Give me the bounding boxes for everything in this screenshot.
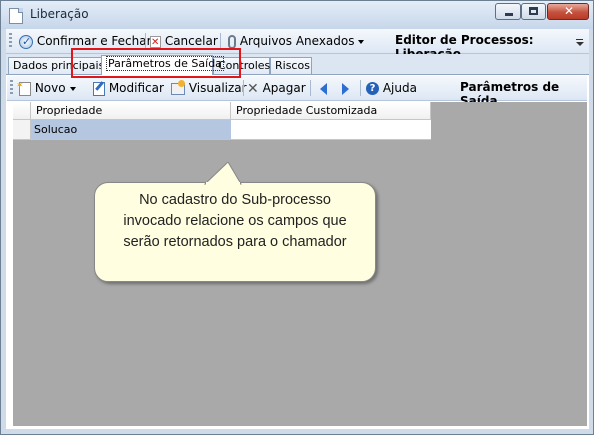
toolbar-separator xyxy=(360,80,361,96)
modify-button[interactable]: Modificar xyxy=(93,79,164,97)
toolbar-grip[interactable] xyxy=(10,80,13,96)
new-document-icon xyxy=(16,77,31,96)
minimize-button[interactable] xyxy=(495,3,521,20)
callout-line: No cadastro do Sub-processo xyxy=(139,192,331,208)
help-icon: ? xyxy=(366,82,379,95)
attachments-dropdown[interactable]: Arquivos Anexados xyxy=(228,32,365,50)
grid-corner[interactable] xyxy=(13,102,31,120)
cell-custom-property[interactable] xyxy=(231,120,431,140)
close-button[interactable]: ✕ xyxy=(547,3,589,20)
new-label: Novo xyxy=(34,81,66,95)
callout-line: invocado relacione os campos que xyxy=(123,213,347,229)
arrow-left-icon xyxy=(320,82,327,95)
toolbar-separator xyxy=(243,80,244,96)
tab-riscos[interactable]: Riscos xyxy=(270,57,312,74)
window-title: Liberação xyxy=(30,7,89,21)
view-icon xyxy=(171,79,185,95)
view-label: Visualizar xyxy=(188,81,247,95)
close-icon: ✕ xyxy=(564,4,575,18)
cancel-icon xyxy=(150,34,161,52)
cell-property[interactable]: Solucao xyxy=(31,120,231,140)
confirm-close-label: Confirmar e Fechar xyxy=(36,34,152,48)
previous-button[interactable] xyxy=(320,79,327,97)
minimize-icon xyxy=(505,13,513,16)
delete-x-icon: ✕ xyxy=(247,80,259,97)
edit-icon xyxy=(93,81,105,96)
column-header-propriedade-customizada[interactable]: Propriedade Customizada xyxy=(231,102,431,120)
chevron-down-icon xyxy=(358,39,365,44)
highlight-annotation xyxy=(71,48,241,78)
callout-line: serão retornados para o chamador xyxy=(123,234,347,250)
panel-toolbar: Novo Modificar Visualizar ✕ Apagar xyxy=(7,76,587,108)
document-icon xyxy=(9,8,23,24)
maximize-button[interactable] xyxy=(521,3,546,20)
modify-label: Modificar xyxy=(108,81,164,95)
new-button[interactable]: Novo xyxy=(16,77,76,97)
row-header[interactable] xyxy=(13,120,31,140)
toolbar-separator xyxy=(220,33,221,49)
toolbar-grip[interactable] xyxy=(9,33,12,49)
delete-button[interactable]: ✕ Apagar xyxy=(247,79,306,97)
toolbar-separator xyxy=(310,80,311,96)
title-bar[interactable]: Liberação ✕ xyxy=(1,1,593,29)
chevron-down-icon xyxy=(69,86,76,91)
arrow-right-icon xyxy=(342,82,349,95)
toolbar-overflow-icon[interactable] xyxy=(576,39,584,49)
app-window: Liberação ✕ Confirmar e Fechar Cancelar … xyxy=(0,0,594,435)
attachments-label: Arquivos Anexados xyxy=(239,34,355,48)
delete-label: Apagar xyxy=(262,81,306,95)
paperclip-icon xyxy=(228,34,236,49)
cancel-label: Cancelar xyxy=(164,34,218,48)
callout-tail xyxy=(203,162,242,186)
column-header-propriedade[interactable]: Propriedade xyxy=(31,102,231,120)
check-icon xyxy=(19,33,33,51)
toolbar-separator xyxy=(145,33,146,49)
help-button[interactable]: ? Ajuda xyxy=(366,79,417,97)
maximize-icon xyxy=(529,7,538,15)
help-label: Ajuda xyxy=(382,81,417,95)
tab-label: Riscos xyxy=(275,59,310,72)
callout-text: No cadastro do Sub-processo invocado rel… xyxy=(101,190,369,253)
next-button[interactable] xyxy=(342,79,349,97)
callout-note: No cadastro do Sub-processo invocado rel… xyxy=(94,182,376,282)
view-button[interactable]: Visualizar xyxy=(171,79,247,97)
